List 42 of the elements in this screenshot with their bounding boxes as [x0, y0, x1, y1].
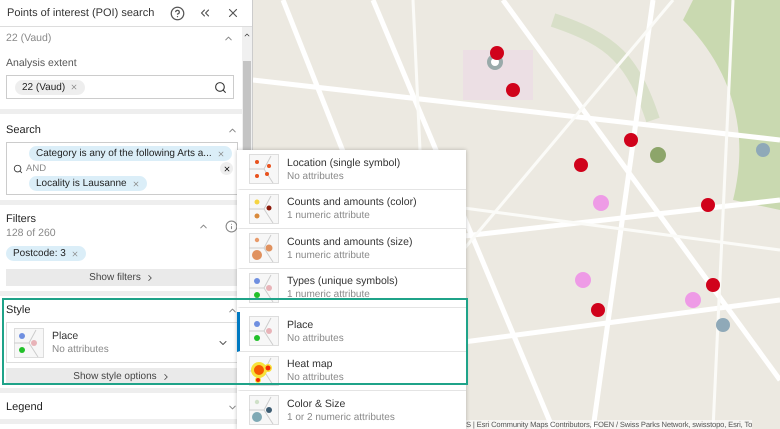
operator-label: AND [26, 163, 48, 174]
field-label: Analysis extent [6, 57, 77, 69]
style-selector[interactable]: Place No attributes [6, 322, 238, 363]
style-icon [249, 194, 279, 224]
query-chip[interactable]: Locality is Lausanne [29, 176, 147, 191]
section-title: Style [6, 304, 30, 316]
section-title: Search [6, 124, 41, 136]
style-option[interactable]: Types (unique symbols) 1 numeric attribute [237, 268, 466, 308]
remove-icon[interactable] [216, 150, 225, 158]
extent-chip[interactable]: 22 (Vaud) [15, 80, 86, 94]
style-icon [249, 233, 279, 264]
search-icon[interactable] [214, 80, 227, 94]
remove-icon[interactable] [70, 250, 79, 258]
remove-icon[interactable] [70, 83, 78, 91]
style-icon [14, 328, 44, 358]
style-icon [249, 356, 279, 386]
show-filters-button[interactable]: Show filters [6, 269, 238, 286]
region-value: 22 (Vaud) [6, 32, 52, 44]
section-title: Filters [6, 213, 37, 225]
style-option[interactable]: Place No attributes [237, 312, 466, 352]
style-icon [249, 395, 279, 426]
style-option[interactable]: Counts and amounts (color) 1 numeric attribute [237, 190, 466, 229]
panel-title: Points of interest (POI) search [7, 7, 156, 19]
info-icon[interactable] [225, 220, 238, 232]
filter-count: 128 of 260 [6, 227, 56, 239]
style-icon [249, 272, 279, 303]
close-icon [222, 164, 230, 172]
scroll-up-icon[interactable] [243, 31, 251, 39]
style-icon [249, 316, 279, 346]
search-query-field[interactable]: Category is any of the following Arts a... AND Locality is Lausanne [6, 142, 238, 195]
filter-chip[interactable]: Postcode: 3 [6, 246, 86, 261]
remove-icon[interactable] [132, 180, 140, 188]
style-option[interactable]: Location (single symbol) No attributes [237, 150, 466, 190]
clear-button[interactable] [220, 162, 233, 175]
analysis-extent-field[interactable]: 22 (Vaud) [6, 75, 234, 99]
search-icon [13, 164, 23, 174]
section-title: Legend [6, 401, 43, 413]
style-option[interactable]: Counts and amounts (size) 1 numeric attribute [237, 229, 466, 268]
style-option[interactable]: Heat map No attributes [237, 352, 466, 391]
query-chip[interactable]: Category is any of the following Arts a... [29, 146, 232, 161]
style-option[interactable]: Color & Size 1 or 2 numeric attributes [237, 391, 466, 429]
style-icon [249, 154, 279, 184]
